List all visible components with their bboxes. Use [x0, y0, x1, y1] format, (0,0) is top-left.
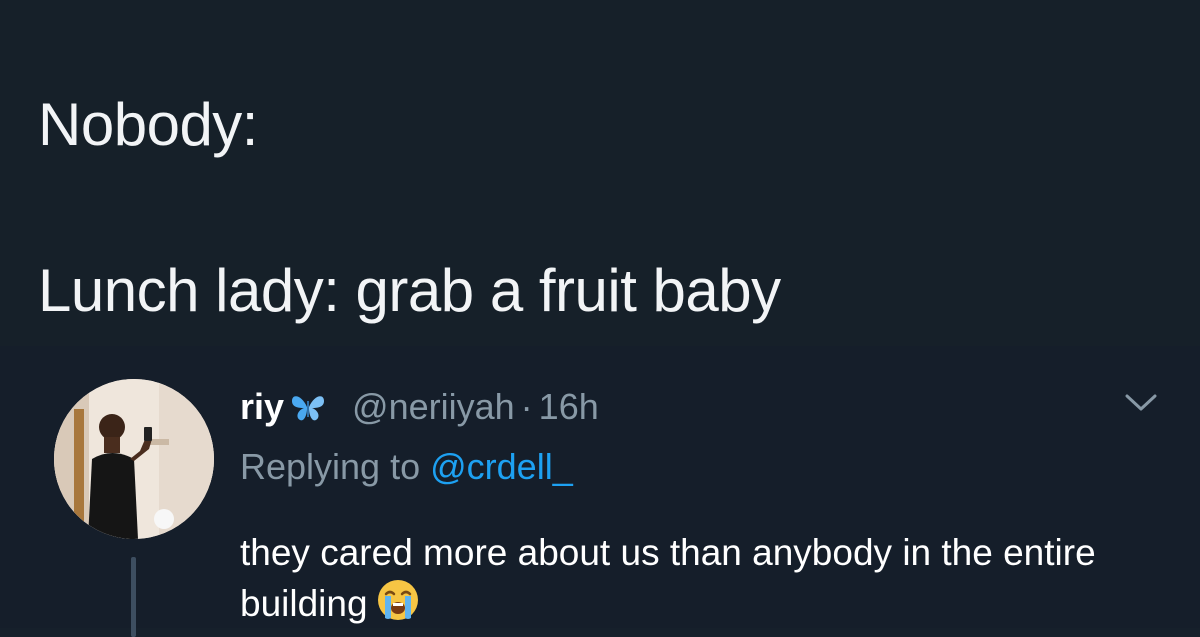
thread-line	[131, 557, 136, 637]
chevron-down-icon[interactable]	[1124, 392, 1158, 414]
avatar[interactable]	[54, 379, 214, 539]
quoted-tweet: Nobody: Lunch lady: grab a fruit baby	[0, 0, 1200, 346]
meme-line-lunch-lady: Lunch lady: grab a fruit baby	[38, 257, 781, 324]
tweet-header: riy @neriiyah · 16h	[240, 384, 599, 430]
timestamp[interactable]: 16h	[539, 386, 599, 428]
separator-dot: ·	[520, 386, 533, 427]
butterfly-icon	[290, 391, 326, 423]
mention-link[interactable]: @crdell_	[430, 446, 573, 487]
display-name[interactable]: riy	[240, 386, 284, 428]
handle[interactable]: @neriiyah	[352, 386, 515, 428]
replying-to: Replying to @crdell_	[240, 446, 573, 488]
tweet-text: they cared more about us than anybody in…	[240, 528, 1160, 629]
reply-tweet[interactable]: riy @neriiyah · 16h Replying to @crdell_…	[0, 346, 1200, 637]
loudly-crying-face-icon	[376, 578, 420, 622]
meme-line-nobody: Nobody:	[38, 91, 258, 158]
tweet-text-content: they cared more about us than anybody in…	[240, 532, 1096, 624]
avatar-photo	[54, 379, 214, 539]
replying-to-label: Replying to	[240, 446, 421, 487]
